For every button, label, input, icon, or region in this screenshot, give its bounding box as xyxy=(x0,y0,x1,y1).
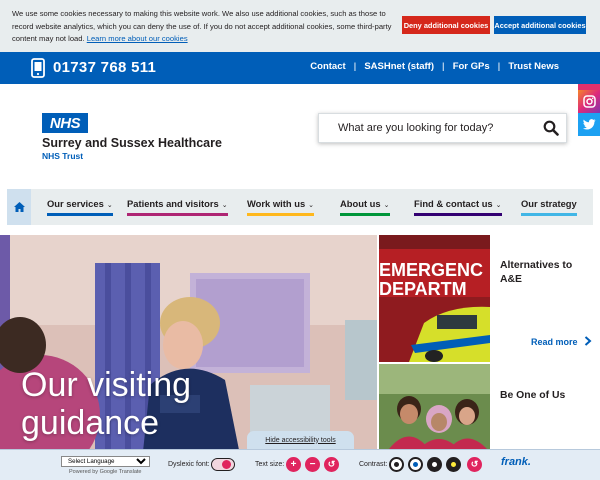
phone-icon xyxy=(31,58,45,78)
trust-news-link[interactable]: Trust News xyxy=(500,61,567,72)
accessibility-toolbar: Select Language Powered by Google Transl… xyxy=(0,449,600,480)
nav-patients-and-visitors[interactable]: Patients and visitors ⌄ xyxy=(127,198,228,216)
toggle-knob xyxy=(222,460,231,469)
ambulance-photo: EMERGENC DEPARTM xyxy=(379,235,490,362)
instagram-icon[interactable] xyxy=(578,90,600,113)
nav-underline xyxy=(521,213,577,216)
nav-find-and-contact-us[interactable]: Find & contact us ⌄ xyxy=(414,198,502,216)
be-one-of-us-card-image[interactable] xyxy=(379,364,490,449)
chevron-down-icon: ⌄ xyxy=(106,202,113,209)
deny-cookies-button[interactable]: Deny additional cookies xyxy=(402,16,490,34)
cookie-banner: We use some cookies necessary to making … xyxy=(0,0,600,52)
nav-underline xyxy=(247,213,315,216)
separator: | xyxy=(353,61,357,72)
nav-label: Find & contact us xyxy=(414,198,493,209)
nav-about-us[interactable]: About us ⌄ xyxy=(340,198,390,216)
contrast-dark-button[interactable] xyxy=(427,457,442,472)
top-bar: 01737 768 511 Contact | SASHnet (staff) … xyxy=(0,52,600,84)
contrast-blue-button[interactable] xyxy=(408,457,423,472)
chevron-down-icon: ⌄ xyxy=(221,202,228,209)
nav-label: Our services xyxy=(47,198,104,209)
search-icon[interactable] xyxy=(543,120,559,136)
contrast-label: Contrast: xyxy=(359,461,388,468)
site-search xyxy=(318,113,567,143)
dyslexic-font-label: Dyslexic font: xyxy=(168,461,210,468)
chevron-down-icon: ⌄ xyxy=(308,202,315,209)
text-size-label: Text size: xyxy=(255,461,285,468)
read-more-label: Read more xyxy=(531,337,578,347)
home-icon xyxy=(13,202,25,212)
nav-work-with-us[interactable]: Work with us ⌄ xyxy=(247,198,315,216)
nav-underline xyxy=(414,213,502,216)
chevron-right-icon xyxy=(584,336,592,346)
language-select[interactable]: Select Language xyxy=(61,456,150,467)
search-input[interactable] xyxy=(319,114,539,142)
reset-text-size-button[interactable]: ↺ xyxy=(324,457,339,472)
nav-underline xyxy=(127,213,228,216)
contact-link[interactable]: Contact xyxy=(302,61,353,72)
hero-title-line-2: guidance xyxy=(21,404,160,442)
nav-underline xyxy=(340,213,390,216)
staff-photo xyxy=(379,364,490,449)
hero-title: Our visiting guidance xyxy=(21,366,191,442)
sashnet-link[interactable]: SASHnet (staff) xyxy=(356,61,442,72)
emergency-sign-line-2: DEPARTM xyxy=(379,279,467,299)
cookie-message: We use some cookies necessary to making … xyxy=(12,8,397,46)
nav-underline xyxy=(47,213,113,216)
contrast-default-button[interactable] xyxy=(389,457,404,472)
reset-contrast-button[interactable]: ↺ xyxy=(467,457,482,472)
social-links xyxy=(578,84,600,136)
home-button[interactable] xyxy=(7,189,31,225)
trust-label: NHS Trust xyxy=(42,151,84,161)
main-nav: Our services ⌄ Patients and visitors ⌄ Wor… xyxy=(7,189,593,225)
nav-label: About us xyxy=(340,198,381,209)
read-more-link[interactable]: Read more xyxy=(531,336,592,347)
hero-title-line-1: Our visiting xyxy=(21,366,192,404)
emergency-sign-line-1: EMERGENC xyxy=(379,260,483,280)
nav-label: Our strategy xyxy=(521,198,577,209)
nav-our-strategy[interactable]: Our strategy xyxy=(521,198,577,216)
nav-label: Work with us xyxy=(247,198,306,209)
twitter-icon[interactable] xyxy=(578,113,600,136)
learn-more-cookies-link[interactable]: Learn more about our cookies xyxy=(87,34,188,43)
increase-text-size-button[interactable]: + xyxy=(286,457,301,472)
accept-cookies-button[interactable]: Accept additional cookies xyxy=(494,16,586,34)
contrast-dot xyxy=(451,462,456,467)
nhs-logo[interactable]: NHS Surrey and Sussex Healthcare NHS Tru… xyxy=(42,113,222,161)
phone-number[interactable]: 01737 768 511 xyxy=(53,59,156,76)
contrast-dot xyxy=(413,462,418,467)
hide-accessibility-tools-button[interactable]: Hide accessibility tools xyxy=(247,431,354,449)
be-one-of-us-card-title: Be One of Us xyxy=(500,390,566,401)
nhs-logo-mark: NHS xyxy=(42,113,88,133)
powered-by-google-translate: Powered by Google Translate xyxy=(69,469,142,475)
contrast-dot xyxy=(394,462,399,467)
alternatives-card-image[interactable]: EMERGENC DEPARTM xyxy=(379,235,490,362)
frank-logo[interactable]: frank. xyxy=(501,456,531,468)
chevron-down-icon: ⌄ xyxy=(383,202,390,209)
be-one-of-us-card[interactable]: Be One of Us xyxy=(490,364,600,449)
for-gps-link[interactable]: For GPs xyxy=(445,61,498,72)
cookie-text: We use some cookies necessary to making … xyxy=(12,9,392,44)
separator: | xyxy=(497,61,501,72)
nav-label: Patients and visitors xyxy=(127,198,219,209)
chevron-down-icon: ⌄ xyxy=(495,202,502,209)
alternatives-card[interactable]: Alternatives to A&E Read more xyxy=(490,235,600,362)
nav-our-services[interactable]: Our services ⌄ xyxy=(47,198,113,216)
contrast-dot xyxy=(432,462,437,467)
top-links: Contact | SASHnet (staff) | For GPs | Tr… xyxy=(302,61,567,72)
decrease-text-size-button[interactable]: − xyxy=(305,457,320,472)
alternatives-card-title: Alternatives to A&E xyxy=(500,260,573,285)
separator: | xyxy=(442,61,445,72)
dyslexic-font-toggle[interactable] xyxy=(211,458,235,471)
contrast-yellow-button[interactable] xyxy=(446,457,461,472)
organisation-name: Surrey and Sussex Healthcare xyxy=(42,136,222,150)
